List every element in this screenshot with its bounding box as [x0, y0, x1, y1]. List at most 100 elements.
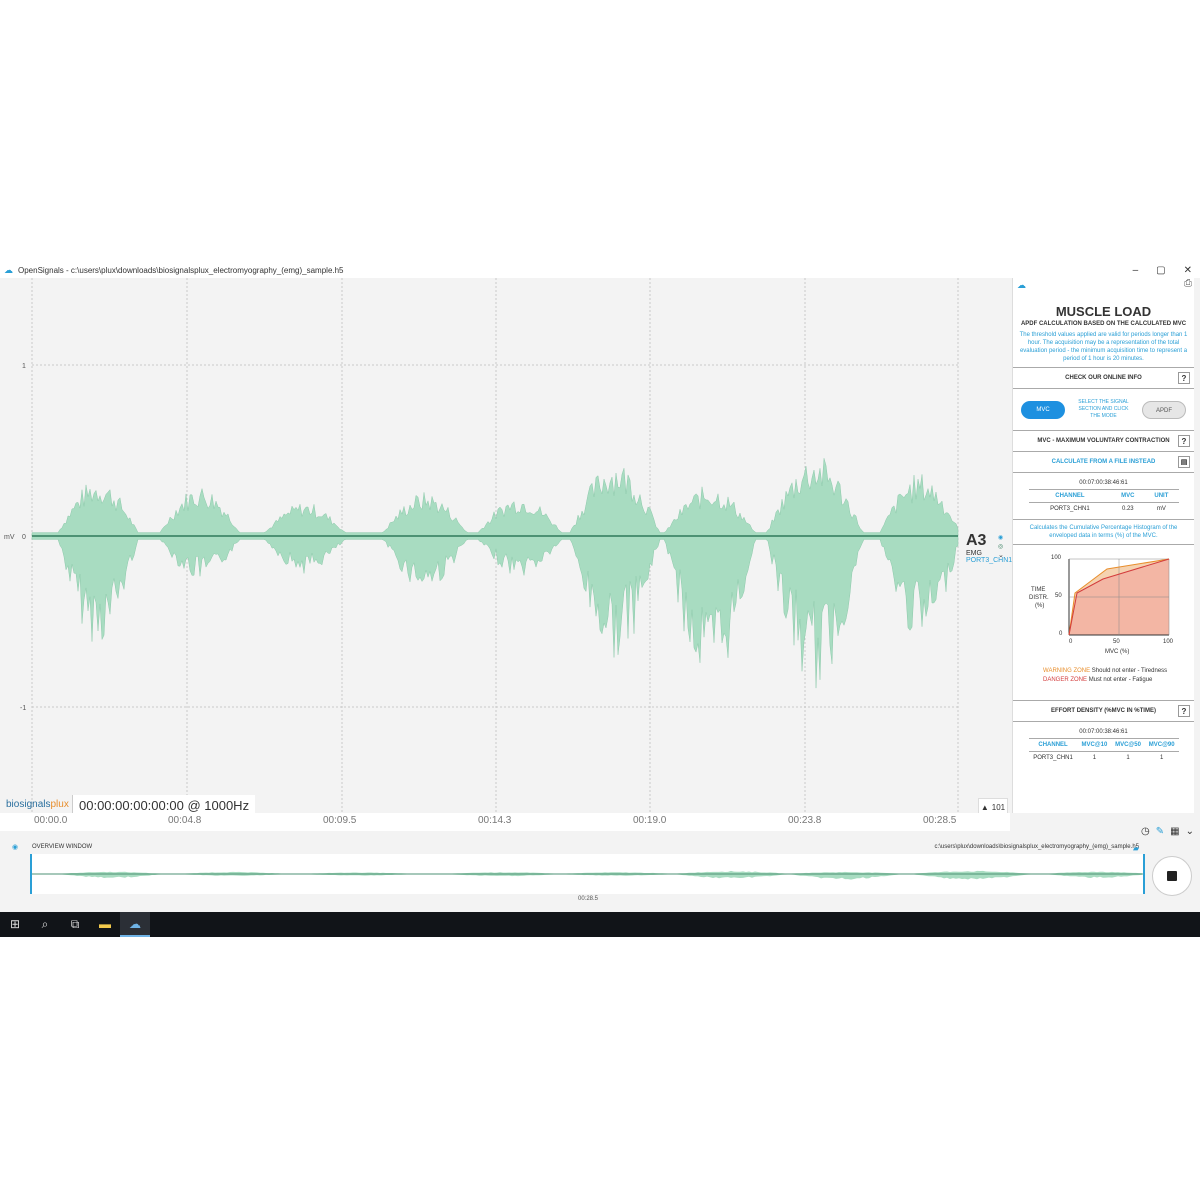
search-icon[interactable]: ⌕ [30, 912, 60, 937]
overview-time: 00:28.5 [578, 896, 599, 902]
y-tick: 1 [22, 363, 26, 370]
target-icon[interactable]: ◎ [998, 543, 1003, 550]
danger-zone-text: Must not enter - Fatigue [1088, 677, 1153, 683]
online-info-link[interactable]: CHECK OUR ONLINE INFO [1013, 368, 1194, 388]
grid-view-icon[interactable]: ▦ [1170, 826, 1179, 837]
overview-plot[interactable] [30, 854, 1145, 894]
windows-start-icon[interactable]: ⊞ [0, 912, 30, 937]
chevron-up-icon[interactable]: ▲ [981, 803, 989, 812]
signal-canvas[interactable] [0, 278, 1010, 813]
graph-y-label: TIME [1031, 587, 1046, 593]
graph-x-tick: 50 [1113, 639, 1120, 645]
folder-icon[interactable]: ▰ [1133, 844, 1139, 853]
graph-x-tick: 100 [1163, 639, 1174, 645]
panel-title: MUSCLE LOAD [1055, 304, 1152, 319]
mode-hint: SELECT THE SIGNAL SECTION AND CLICK THE … [1078, 399, 1129, 419]
channel-label[interactable]: A3 EMG PORT3_CHN1 [966, 532, 1012, 564]
x-tick: 00:09.5 [323, 815, 357, 826]
task-view-icon[interactable]: ⧉ [60, 912, 90, 937]
x-tick: 00:14.3 [478, 815, 512, 826]
chevron-down-icon[interactable]: ⌄ [1186, 826, 1194, 837]
help-button[interactable]: ? [1178, 372, 1190, 384]
mvc-mode-button[interactable]: MVC [1021, 400, 1065, 419]
sample-rate: @ 1000Hz [187, 798, 250, 813]
table-row: PORT3_CHN1 1 1 1 [1029, 752, 1179, 765]
app-window: ☁ OpenSignals - c:\users\plux\downloads\… [0, 262, 1200, 937]
table-cell: PORT3_CHN1 [1033, 755, 1073, 761]
opensignals-taskbar-icon[interactable]: ☁ [120, 912, 150, 937]
x-tick: 00:23.8 [788, 815, 822, 826]
signal-plot[interactable]: 1 mV 0 -1 A3 EMG PORT3_CHN1 ◉ ◎ ⌄ biosig… [0, 278, 1012, 817]
graph-y-tick: 100 [1051, 555, 1062, 561]
overview-window[interactable]: ◉ OVERVIEW WINDOW c:\users\plux\download… [0, 840, 1145, 902]
stop-button[interactable] [1152, 856, 1192, 896]
brand-text: biosignals [6, 799, 51, 810]
marker-icon[interactable]: ✎ [1156, 826, 1164, 837]
window-title: OpenSignals - c:\users\plux\downloads\bi… [18, 265, 344, 275]
warning-zone-text: Should not enter - Tiredness [1091, 668, 1168, 674]
warning-zone-label: WARNING ZONE [1043, 668, 1091, 674]
y-unit: mV [4, 534, 15, 541]
danger-zone-label: DANGER ZONE [1043, 677, 1088, 683]
title-bar: ☁ OpenSignals - c:\users\plux\downloads\… [0, 262, 1200, 278]
channel-port: PORT3_CHN1 [966, 557, 1013, 564]
chevron-down-icon[interactable]: ⌄ [998, 551, 1004, 559]
timecode-value: 00:00:00:00:00:00 [79, 798, 184, 813]
x-tick: 00:19.0 [633, 815, 667, 826]
y-tick: 0 [22, 534, 26, 541]
minimize-button[interactable]: – [1133, 265, 1139, 276]
histogram-description: Calculates the Cumulative Percentage His… [1029, 525, 1178, 539]
graph-x-label: MVC (%) [1105, 649, 1130, 655]
y-tick: -1 [20, 705, 27, 712]
apdf-mode-button[interactable]: APDF [1142, 400, 1186, 419]
table-row: PORT3_CHN1 0.23 mV [1029, 503, 1179, 516]
emg-signal-envelope [31, 458, 959, 689]
graph-y-tick: 50 [1055, 593, 1062, 599]
help-button[interactable]: ? [1178, 435, 1190, 447]
graph-y-label: DISTR. [1029, 595, 1049, 601]
app-logo-icon: ☁ [4, 265, 13, 275]
table-header: CHANNEL [1028, 738, 1078, 752]
x-tick: 00:00.0 [34, 815, 68, 826]
eye-icon[interactable]: ◉ [998, 534, 1003, 541]
help-button[interactable]: ? [1178, 705, 1190, 717]
mvc-table: 00:07:00:38:46:61 CHANNEL MVC UNIT PORT3… [1028, 477, 1179, 516]
file-icon[interactable]: ▤ [1178, 456, 1190, 468]
calculate-from-file-link[interactable]: CALCULATE FROM A FILE INSTEAD [1013, 452, 1194, 472]
x-axis: 00:00.0 00:04.8 00:09.5 00:14.3 00:19.0 … [0, 813, 1010, 831]
eye-icon[interactable]: ◉ [12, 843, 18, 851]
table-header: CHANNEL [1028, 489, 1112, 503]
graph-x-tick: 0 [1069, 639, 1073, 645]
overview-label: OVERVIEW WINDOW [32, 844, 93, 850]
muscle-load-panel: ☁ ⎙ MUSCLE LOAD APDF CALCULATION BASED O… [1012, 278, 1194, 813]
table-header: MVC [1111, 489, 1145, 503]
effort-timestamp: 00:07:00:38:46:61 [1028, 726, 1179, 739]
file-explorer-icon[interactable]: ▬ [90, 912, 120, 937]
overview-canvas[interactable] [32, 854, 1143, 894]
mvc-section-title: MVC - MAXIMUM VOLUNTARY CONTRACTION [1037, 438, 1170, 444]
table-header: MVC@50 [1111, 738, 1145, 752]
table-cell: PORT3_CHN1 [1050, 506, 1090, 512]
table-header: UNIT [1144, 489, 1179, 503]
channel-type: EMG [966, 550, 982, 557]
mvc-timestamp: 00:07:00:38:46:61 [1028, 477, 1179, 490]
table-header: MVC@90 [1144, 738, 1179, 752]
effort-table: 00:07:00:38:46:61 CHANNEL MVC@10 MVC@50 … [1028, 726, 1179, 765]
brand-logo: biosignalsplux [6, 799, 69, 810]
export-icon[interactable]: ⎙ [1184, 278, 1192, 289]
maximize-button[interactable]: ▢ [1156, 265, 1165, 276]
clock-icon[interactable]: ◷ [1141, 826, 1150, 837]
x-tick: 00:28.5 [923, 815, 957, 826]
table-cell: 1 [1159, 755, 1164, 761]
panel-subtitle: APDF CALCULATION BASED ON THE CALCULATED… [1020, 321, 1187, 327]
table-cell: 1 [1126, 755, 1130, 761]
close-button[interactable]: ✕ [1184, 265, 1192, 276]
overview-signal [32, 870, 1142, 880]
graph-y-label: (%) [1035, 603, 1045, 609]
table-cell: 0.23 [1121, 506, 1134, 512]
panel-description: The threshold values applied are valid f… [1019, 332, 1188, 362]
cloud-icon[interactable]: ☁ [1017, 280, 1026, 291]
table-cell: mV [1156, 506, 1166, 512]
overview-file-path: c:\users\plux\downloads\biosignalsplux_e… [934, 844, 1139, 850]
view-toolbar: ◷ ✎ ▦ ⌄ [1141, 826, 1194, 837]
